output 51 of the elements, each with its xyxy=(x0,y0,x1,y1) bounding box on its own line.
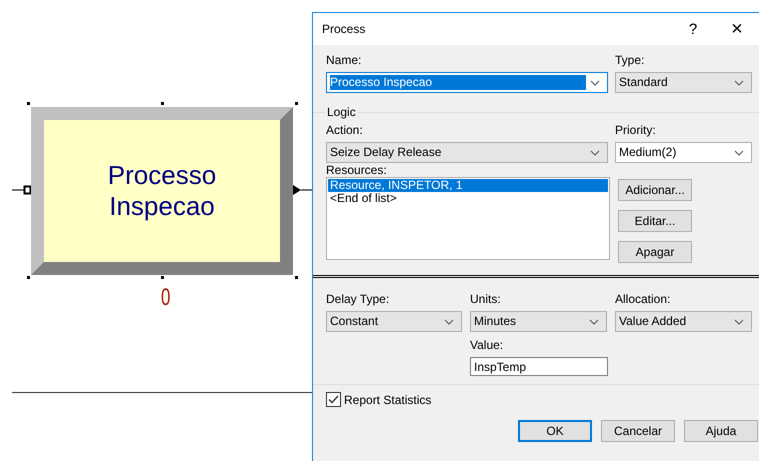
window-title: Process xyxy=(322,22,366,36)
selection-handle[interactable] xyxy=(161,276,164,279)
chevron-down-icon xyxy=(734,150,744,156)
field-label: Allocation: xyxy=(615,292,672,306)
group-label: Logic xyxy=(326,105,357,119)
module-label: Processo xyxy=(108,160,216,191)
action-button[interactable]: Adicionar... xyxy=(618,179,692,201)
field-label: Name: xyxy=(326,53,362,67)
chevron-down-icon xyxy=(590,80,600,86)
action-button[interactable]: Apagar xyxy=(618,241,692,263)
module-label: Inspecao xyxy=(109,191,215,222)
dialog-button[interactable]: Cancelar xyxy=(601,420,675,442)
value-field[interactable]: InspTemp xyxy=(470,357,608,376)
checkmark-icon xyxy=(328,395,339,404)
exit-point-icon[interactable] xyxy=(293,185,312,195)
process-module[interactable]: Processo Inspecao xyxy=(31,107,293,275)
entry-point-icon[interactable] xyxy=(12,186,31,194)
dropdown[interactable]: Standard xyxy=(615,72,752,93)
dropdown[interactable]: Seize Delay Release xyxy=(326,142,608,163)
selection-handle[interactable] xyxy=(27,276,30,279)
dropdown[interactable]: Medium(2) xyxy=(615,142,752,163)
selection-handle[interactable] xyxy=(161,102,164,105)
selection-handle[interactable] xyxy=(295,102,298,105)
chevron-down-icon xyxy=(734,318,744,324)
chevron-down-icon xyxy=(734,80,744,86)
field-label: Action: xyxy=(326,123,364,137)
dropdown[interactable]: Constant xyxy=(326,311,462,332)
field-label: Priority: xyxy=(615,123,657,137)
chevron-down-icon xyxy=(444,318,454,324)
chevron-down-icon xyxy=(590,150,600,156)
field-label: Type: xyxy=(615,53,646,67)
field-label: Units: xyxy=(470,292,502,306)
chevron-down-icon xyxy=(589,318,599,324)
list-item[interactable]: <End of list> xyxy=(328,192,608,205)
checkbox[interactable] xyxy=(326,392,341,407)
dialog-button[interactable]: OK xyxy=(518,420,592,442)
field-label: Value: xyxy=(470,338,504,352)
field-label: Delay Type: xyxy=(326,292,390,306)
help-button[interactable]: ? xyxy=(671,13,715,45)
dropdown[interactable]: Processo Inspecao xyxy=(326,72,608,93)
action-button[interactable]: Editar... xyxy=(618,210,692,232)
list-item[interactable]: Resource, INSPETOR, 1 xyxy=(328,179,608,192)
close-button[interactable]: × xyxy=(715,13,759,45)
checkbox-label: Report Statistics xyxy=(344,392,432,406)
selection-handle[interactable] xyxy=(295,276,298,279)
dialog-button[interactable]: Ajuda xyxy=(684,420,758,442)
dropdown[interactable]: Value Added xyxy=(615,311,752,332)
dropdown[interactable]: Minutes xyxy=(470,311,607,332)
field-label: Resources: xyxy=(326,163,387,177)
module-counter: 0 xyxy=(161,284,170,312)
selection-handle[interactable] xyxy=(27,102,30,105)
